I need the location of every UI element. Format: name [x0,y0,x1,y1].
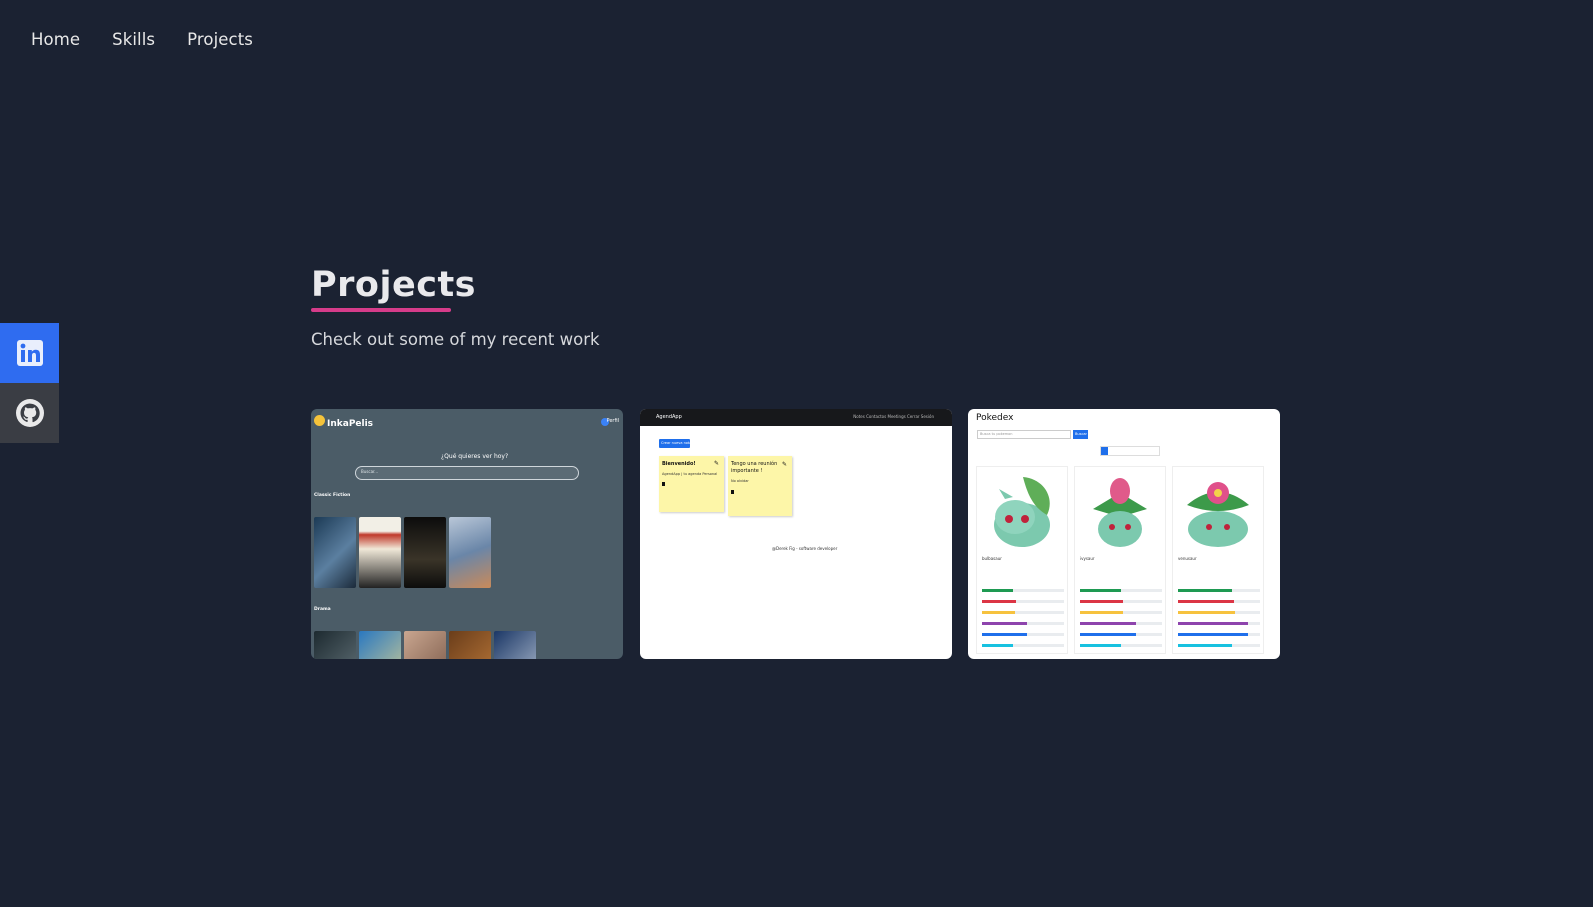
new-note-button: Crear nueva nota [659,439,692,448]
note-body: No olvidar [731,479,749,483]
pokemon-name: venusaur [1178,556,1197,561]
pokemon-name: ivysaur [1080,556,1095,561]
pokedex-title: Pokedex [976,413,1014,423]
stat-bar [1080,611,1162,614]
note-card: Bienvenido! AgendApp | tu agenda Persona… [659,456,724,512]
project-card-agendapp[interactable]: AgendApp Notes Contactos Meetings Cerrar… [640,409,952,659]
section-heading: Projects [311,263,476,312]
stat-bar [1178,611,1260,614]
pokemon-image [1187,482,1249,547]
inkapelis-question: ¿Qué quieres ver hoy? [441,453,509,460]
movie-poster [449,517,491,588]
movie-poster [404,517,446,588]
pokemon-card: bulbasaur [976,466,1068,654]
stat-bar [1080,644,1162,647]
social-sidebar [0,323,59,443]
pencil-icon: ✎ [713,460,719,467]
page-title: Projects [311,265,477,305]
pokedex-pagination [1100,446,1160,456]
movie-poster [359,517,401,588]
pokedex-search-label: Buscar [1075,432,1087,436]
movie-poster [449,631,491,659]
stat-bar [1178,600,1260,603]
pokemon-image [1093,478,1147,547]
stat-bar [1080,622,1162,625]
nav-projects[interactable]: Projects [187,30,253,49]
inkapelis-section-2: Drama [314,607,331,612]
note-card: Tengo una reunión importante ! No olvida… [728,456,792,516]
movie-poster [314,631,356,659]
inkapelis-brand: InkaPelis [327,419,374,429]
inkapelis-search: Buscar... [355,466,579,480]
inkapelis-logo-icon [314,415,325,426]
agendapp-navbar: AgendApp Notes Contactos Meetings Cerrar… [640,409,952,426]
pokemon-name: bulbasaur [982,556,1002,561]
pokemon-card: ivysaur [1074,466,1166,654]
stat-bar [1178,644,1260,647]
agendapp-name: AgendApp [656,414,682,420]
inkapelis-search-placeholder: Buscar... [361,469,379,474]
stat-bar [1080,589,1162,592]
note-title: Bienvenido! [662,461,696,467]
stat-bar [1178,589,1260,592]
stat-bar [1080,600,1162,603]
inkapelis-section-1: Classic Fiction [314,493,351,498]
project-card-pokedex[interactable]: Pokedex Busca tu pokemon Buscar bulbasau… [968,409,1280,659]
trash-icon [662,482,665,486]
note-title: Tengo una reunión importante ! [731,461,778,474]
linkedin-button[interactable] [0,323,59,383]
github-button[interactable] [0,383,59,443]
title-underline [311,308,451,312]
stat-bar [982,644,1064,647]
new-note-label: Crear nueva nota [661,441,692,445]
github-icon [15,399,44,427]
stat-bar [1178,622,1260,625]
pokemon-image [994,477,1050,547]
linkedin-icon [16,340,43,366]
movie-poster [314,517,356,588]
pokedex-search-placeholder: Busca tu pokemon [980,432,1013,436]
movie-poster [494,631,536,659]
stat-bar [1178,633,1260,636]
stat-bar [982,633,1064,636]
note-body: AgendApp | tu agenda Personal [662,472,718,476]
stat-bar [982,611,1064,614]
section-subtitle: Check out some of my recent work [311,330,600,349]
stat-bar [1080,633,1162,636]
top-nav: Home Skills Projects [31,30,253,49]
pokedex-search-button: Buscar [1073,430,1088,439]
movie-poster [404,631,446,659]
stat-bar [982,600,1064,603]
pencil-icon: ✎ [781,461,787,468]
agendapp-footer: @Derek Fig - software developer [772,546,838,551]
stat-bar [982,622,1064,625]
pokedex-search-input: Busca tu pokemon [977,430,1071,439]
profile-label: Perfil [606,418,619,424]
project-card-inkapelis[interactable]: InkaPelis Perfil ¿Qué quieres ver hoy? B… [311,409,623,659]
trash-icon [731,490,734,494]
stat-bar [982,589,1064,592]
nav-skills[interactable]: Skills [112,30,155,49]
pokemon-card: venusaur [1172,466,1264,654]
nav-home[interactable]: Home [31,30,80,49]
pagination-active-page [1101,447,1108,455]
agendapp-nav-links: Notes Contactos Meetings Cerrar Sesión [853,414,934,419]
movie-poster [359,631,401,659]
